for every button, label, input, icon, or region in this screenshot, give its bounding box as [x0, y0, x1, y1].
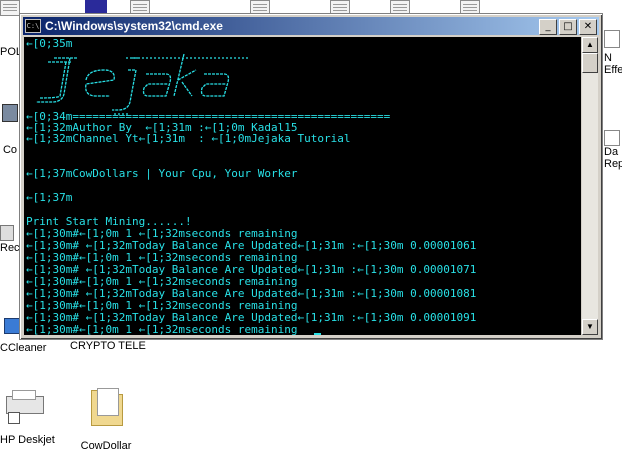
vertical-scrollbar[interactable]: ▲ ▼ [582, 37, 598, 335]
minimize-button[interactable]: _ [539, 19, 557, 35]
scroll-down-icon[interactable]: ▼ [582, 319, 598, 335]
cmd-window[interactable]: C:\ C:\Windows\system32\cmd.exe _ □ ✕ ←[… [19, 13, 603, 340]
scroll-thumb[interactable] [582, 53, 598, 73]
desktop-tile-icon[interactable] [0, 0, 20, 16]
desktop-icon-label: CowDollar [80, 440, 132, 452]
console-line: ←[0;35m [26, 37, 73, 50]
title-bar[interactable]: C:\ C:\Windows\system32\cmd.exe _ □ ✕ [23, 17, 599, 35]
computer-icon [2, 104, 18, 122]
console-output[interactable]: ←[0;35m ←[0;34m=========================… [24, 37, 581, 335]
text-cursor [314, 333, 321, 335]
desktop-icon-cowdollar[interactable]: CowDollar [78, 386, 134, 452]
desktop-icon-label: Rec [0, 242, 20, 254]
desktop-icon-label: CRYPTO TELE [70, 340, 146, 352]
desktop-icon-label: Co [2, 144, 18, 156]
app-shortcut-icon[interactable] [85, 0, 107, 14]
desktop-icon-recycle[interactable]: Rec [0, 225, 20, 254]
desktop-icon-right-2[interactable]: Da Rep [604, 130, 622, 170]
console-line: ←[1;37m [26, 191, 73, 204]
folder-icon [89, 386, 123, 426]
document-icon [604, 30, 620, 48]
recycle-bin-icon [0, 225, 14, 241]
console-line: ←[1;37mCowDollars | Your Cpu, Your Worke… [26, 167, 298, 180]
desktop-icon-label: HP Deskjet [0, 434, 55, 446]
desktop-icon-label: N [604, 52, 612, 64]
maximize-button[interactable]: □ [559, 19, 577, 35]
desktop-icon-crypto-tele[interactable]: CRYPTO TELE [70, 340, 146, 352]
window-title: C:\Windows\system32\cmd.exe [45, 19, 223, 33]
scroll-up-icon[interactable]: ▲ [582, 37, 598, 53]
desktop-icon-label: Effe [604, 64, 622, 76]
desktop-icon-hp-deskjet[interactable]: HP Deskjet [0, 390, 60, 446]
desktop-icon-label: Rep [604, 158, 622, 170]
document-icon [604, 130, 620, 146]
ccleaner-icon [4, 318, 20, 334]
desktop-icon-label: Da [604, 146, 619, 158]
close-button[interactable]: ✕ [579, 19, 597, 35]
printer-icon [4, 390, 44, 424]
desktop-icon-right-1[interactable]: N Effe [604, 30, 622, 76]
desktop-icon-computer[interactable]: Co [2, 104, 18, 156]
console-line: ←[1;32mChannel Yt←[1;31m : ←[1;0mJejaka … [26, 132, 351, 145]
desktop-icon-label: CCleaner [0, 342, 47, 354]
console-app-icon[interactable]: C:\ [25, 19, 41, 33]
console-line: ←[1;30m#←[1;0m 1 ←[1;32mseconds remainin… [26, 323, 298, 336]
